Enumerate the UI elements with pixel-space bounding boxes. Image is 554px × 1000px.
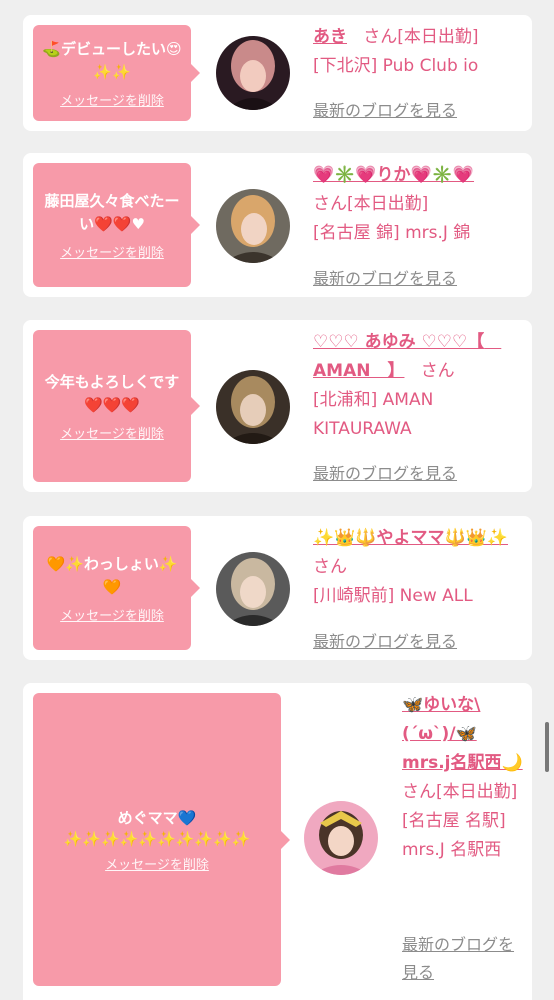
message-bubble: 🧡✨わっしょい✨🧡 メッセージを削除	[33, 526, 200, 650]
delete-message-link[interactable]: メッセージを削除	[60, 90, 164, 109]
message-card: 藤田屋久々食べたーい❤️❤️♥ メッセージを削除 💗✳️💗りか💗✳️💗 さん[本…	[23, 153, 532, 297]
message-text: ⛳デビューしたい😍✨✨	[42, 39, 182, 81]
cast-name-link[interactable]: 🦋ゆいな\(´ω`)/🦋mrs.j名駅西🌙	[402, 695, 523, 773]
avatar[interactable]	[304, 801, 378, 875]
shop-name: [北浦和] AMAN KITAURAWA	[313, 390, 434, 439]
cast-info: ✨👑🔱やよママ🔱👑✨ さん [川崎駅前] New ALL	[313, 524, 523, 611]
shop-name: [名古屋 名駅] mrs.J 名駅西	[402, 811, 506, 860]
message-sparkles: ✨✨✨✨✨✨✨✨✨✨	[63, 829, 251, 848]
delete-message-link[interactable]: メッセージを削除	[105, 854, 209, 873]
message-bubble: ⛳デビューしたい😍✨✨ メッセージを削除	[33, 25, 200, 121]
message-card: 🧡✨わっしょい✨🧡 メッセージを削除 ✨👑🔱やよママ🔱👑✨ さん [川崎駅前] …	[23, 516, 532, 660]
honorific: さん	[402, 782, 436, 802]
latest-blog-link[interactable]: 最新のブログを見る	[313, 97, 457, 121]
latest-blog-link[interactable]: 最新のブログを見る	[313, 628, 457, 652]
cast-info: 🦋ゆいな\(´ω`)/🦋mrs.j名駅西🌙 さん[本日出勤] [名古屋 名駅] …	[402, 691, 524, 865]
latest-blog-link[interactable]: 最新のブログを見る	[313, 265, 457, 289]
attendance-status: [本日出勤]	[436, 782, 518, 802]
attendance-status: [本日出勤]	[347, 194, 429, 214]
cast-info: あき さん[本日出勤] [下北沢] Pub Club io	[313, 23, 523, 81]
scrollbar[interactable]	[545, 722, 549, 772]
shop-name: [下北沢] Pub Club io	[313, 56, 479, 76]
latest-blog-link[interactable]: 最新のブログを見る	[402, 931, 524, 987]
latest-blog-link[interactable]: 最新のブログを見る	[313, 460, 457, 484]
avatar[interactable]	[216, 370, 290, 444]
message-card: ⛳デビューしたい😍✨✨ メッセージを削除 あき さん[本日出勤] [下北沢] P…	[23, 15, 532, 131]
avatar[interactable]	[216, 552, 290, 626]
message-card: めぐママ💙 ✨✨✨✨✨✨✨✨✨✨ メッセージを削除 🦋ゆいな\(´ω`)/🦋mr…	[23, 683, 532, 1000]
cast-name-link[interactable]: ♡♡♡ あゆみ ♡♡♡【 AMAN 】	[313, 332, 501, 381]
honorific: さん	[313, 557, 347, 577]
message-bubble: めぐママ💙 ✨✨✨✨✨✨✨✨✨✨ メッセージを削除	[33, 693, 290, 986]
cast-name-link[interactable]: あき	[313, 27, 347, 47]
shop-name: [名古屋 錦] mrs.J 錦	[313, 223, 471, 243]
delete-message-link[interactable]: メッセージを削除	[60, 242, 164, 261]
message-bubble: 今年もよろしくです❤️❤️❤️ メッセージを削除	[33, 330, 200, 482]
cast-info: ♡♡♡ あゆみ ♡♡♡【 AMAN 】 さん [北浦和] AMAN KITAUR…	[313, 328, 523, 444]
cast-info: 💗✳️💗りか💗✳️💗 さん[本日出勤] [名古屋 錦] mrs.J 錦	[313, 161, 523, 248]
delete-message-link[interactable]: メッセージを削除	[60, 423, 164, 442]
delete-message-link[interactable]: メッセージを削除	[60, 605, 164, 624]
cast-name-link[interactable]: ✨👑🔱やよママ🔱👑✨	[313, 528, 508, 548]
honorific: さん	[420, 361, 455, 381]
message-text: 🧡✨わっしょい✨🧡	[46, 554, 178, 596]
avatar[interactable]	[216, 36, 290, 110]
message-bubble: 藤田屋久々食べたーい❤️❤️♥ メッセージを削除	[33, 163, 200, 287]
message-text: 今年もよろしくです❤️❤️❤️	[44, 372, 180, 414]
attendance-status: [本日出勤]	[397, 27, 479, 47]
message-text: めぐママ💙	[117, 808, 197, 827]
message-text: 藤田屋久々食べたーい❤️❤️♥	[44, 191, 180, 233]
honorific: さん	[313, 194, 347, 214]
message-card: 今年もよろしくです❤️❤️❤️ メッセージを削除 ♡♡♡ あゆみ ♡♡♡【 AM…	[23, 320, 532, 492]
cast-name-link[interactable]: 💗✳️💗りか💗✳️💗	[313, 165, 474, 185]
honorific: さん	[363, 27, 398, 47]
avatar[interactable]	[216, 189, 290, 263]
shop-name: [川崎駅前] New ALL	[313, 586, 473, 606]
